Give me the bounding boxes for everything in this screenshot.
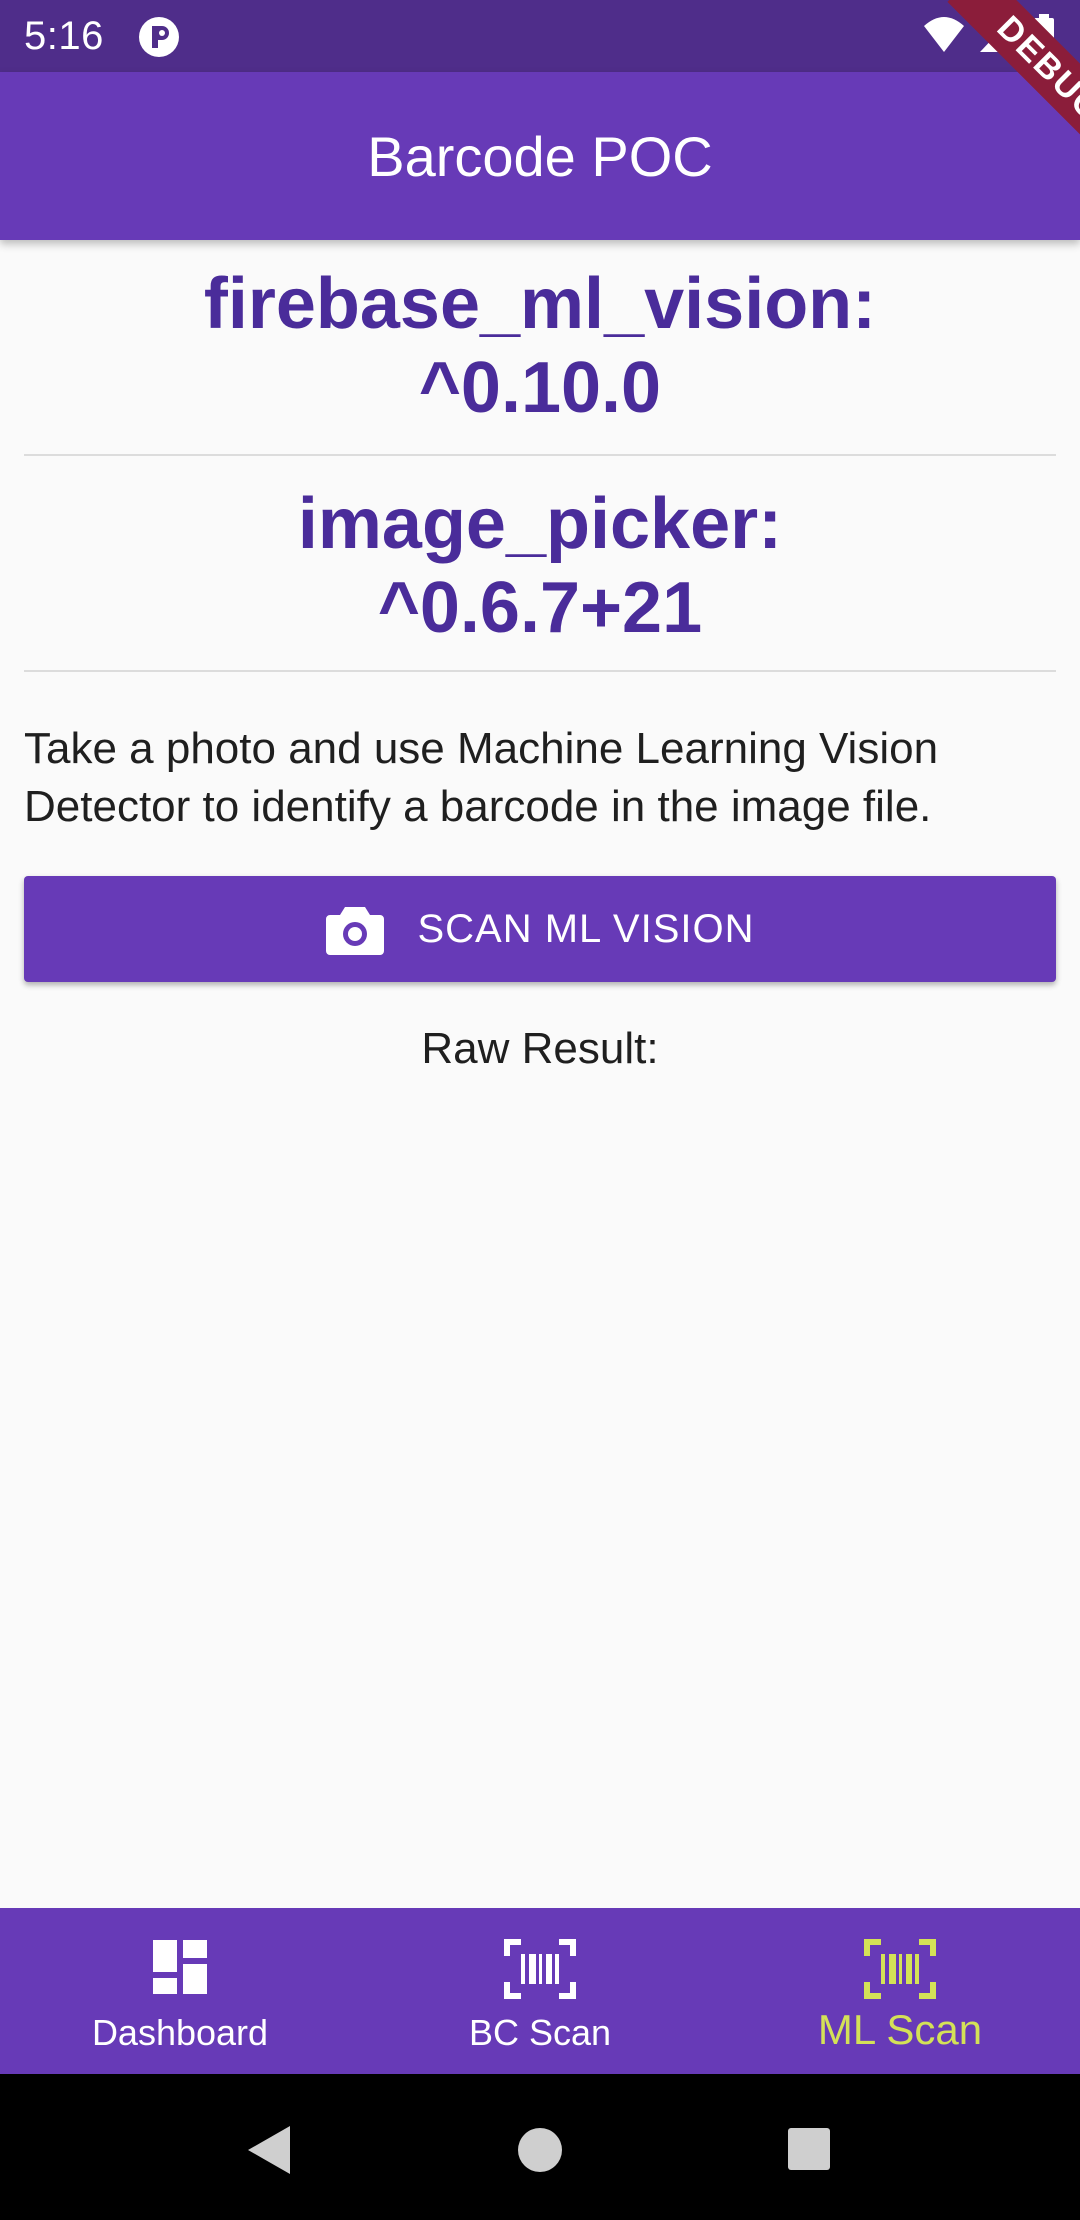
nav-label-bc-scan: BC Scan [468, 2012, 612, 2053]
package-firebase-ml-vision: firebase_ml_vision: ^0.10.0 [0, 262, 1080, 430]
raw-result-label: Raw Result: [421, 1024, 659, 1073]
scan-button-label: SCAN ML VISION [417, 906, 755, 951]
divider [24, 454, 1056, 456]
app-bar: Barcode POC [0, 72, 1080, 240]
nav-label-ml-scan: ML Scan [817, 2006, 983, 2053]
system-navigation-bar [0, 2074, 1080, 2220]
home-icon[interactable] [516, 2126, 564, 2174]
status-time: 5:16 [24, 14, 104, 58]
bottom-navigation: Dashboard BC Scan ML Scan [0, 1908, 1080, 2074]
back-icon[interactable] [244, 2124, 292, 2176]
nav-label-dashboard: Dashboard [91, 2012, 269, 2053]
scan-ml-vision-button[interactable]: SCAN ML VISION [24, 876, 1056, 982]
package-name: image_picker: [297, 484, 783, 564]
status-bar: 5:16 [0, 0, 1080, 72]
dashboard-icon [153, 1940, 207, 1994]
barcode-scan-icon [504, 1939, 576, 1999]
nav-item-dashboard[interactable]: Dashboard [0, 1908, 360, 2074]
package-name: firebase_ml_vision: [203, 264, 877, 344]
wifi-icon [924, 17, 964, 52]
description-text: Take a photo and use Machine Learning Vi… [24, 724, 939, 831]
recents-icon[interactable] [786, 2126, 832, 2172]
package-version: ^0.10.0 [418, 348, 662, 428]
divider [24, 670, 1056, 672]
app-notification-icon [139, 17, 179, 57]
page-title: Barcode POC [367, 125, 713, 188]
package-version: ^0.6.7+21 [377, 568, 703, 648]
barcode-scan-icon [864, 1939, 936, 1999]
nav-item-ml-scan[interactable]: ML Scan [720, 1908, 1080, 2074]
camera-icon [326, 907, 385, 955]
package-image-picker: image_picker: ^0.6.7+21 [0, 482, 1080, 650]
nav-item-bc-scan[interactable]: BC Scan [360, 1908, 720, 2074]
